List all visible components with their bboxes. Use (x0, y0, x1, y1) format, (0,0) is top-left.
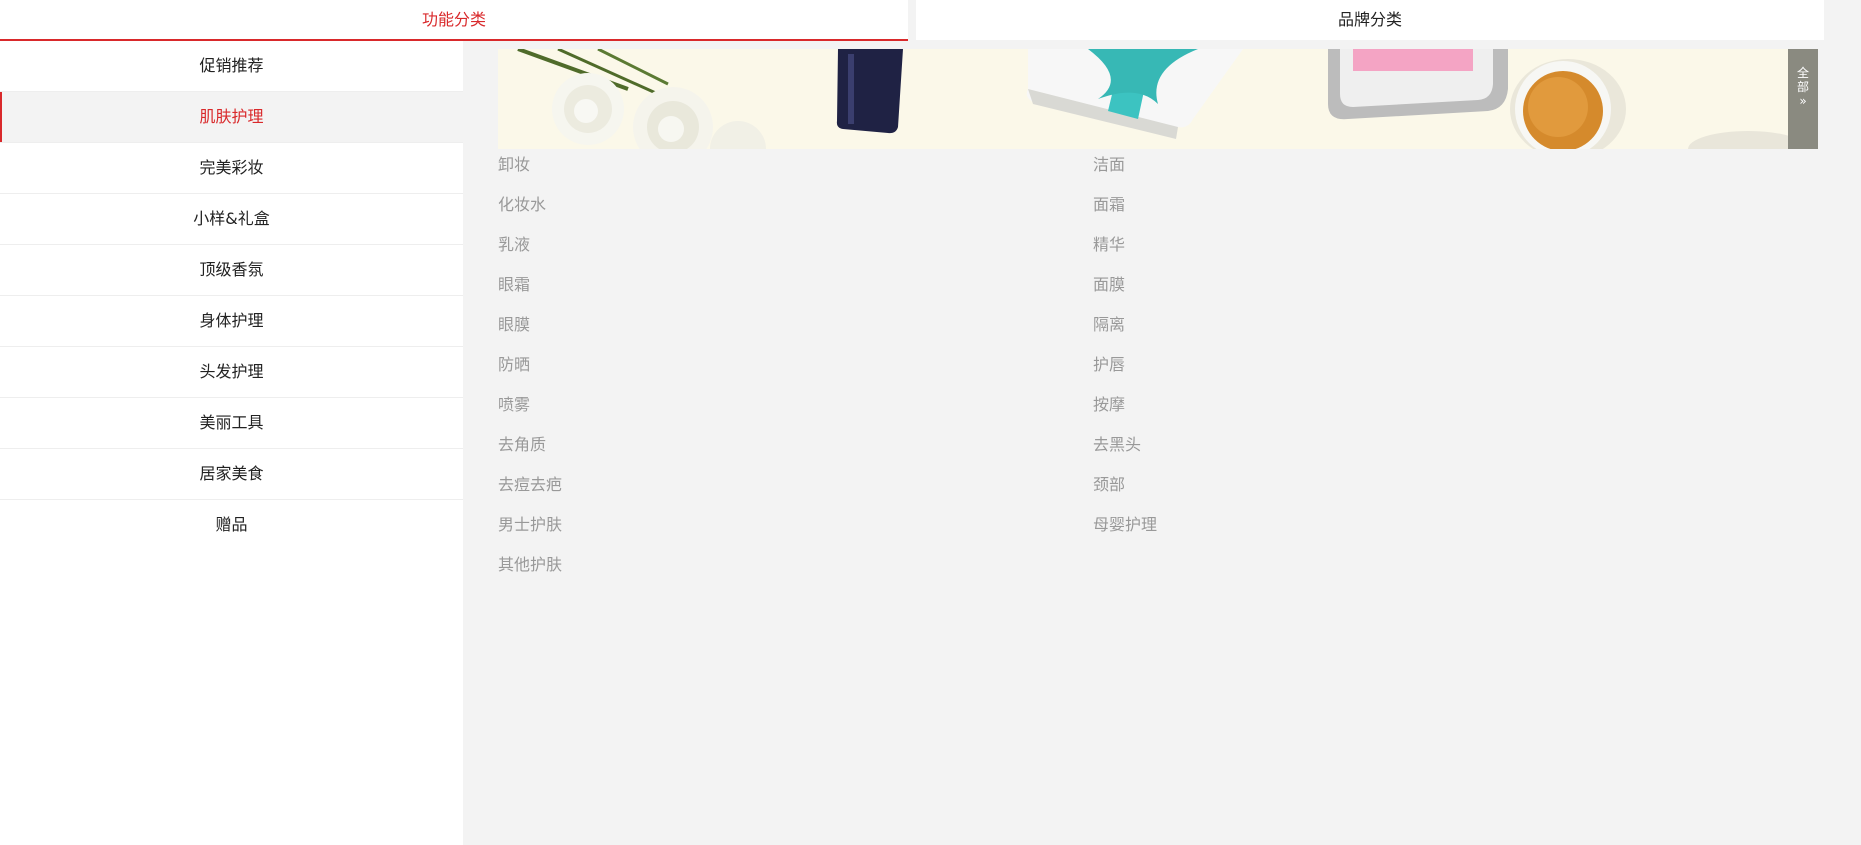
subcategory-link[interactable]: 面膜 (1093, 271, 1125, 295)
view-all-label-1: 全 (1796, 66, 1809, 80)
subcategory-link[interactable]: 颈部 (1093, 471, 1125, 495)
subcategory-link[interactable]: 卸妆 (498, 151, 530, 175)
sidebar-item-home-food[interactable]: 居家美食 (0, 449, 463, 500)
sidebar-item-fragrance[interactable]: 顶级香氛 (0, 245, 463, 296)
subcategory-link[interactable]: 去痘去疤 (498, 471, 562, 495)
subcategory-link[interactable]: 喷雾 (498, 391, 530, 415)
sidebar-item-bodycare[interactable]: 身体护理 (0, 296, 463, 347)
double-chevron-right-icon: » (1799, 94, 1807, 108)
sidebar-item-makeup[interactable]: 完美彩妆 (0, 143, 463, 194)
tab-function-category[interactable]: 功能分类 (0, 0, 908, 41)
category-sidebar: 促销推荐 肌肤护理 完美彩妆 小样&礼盒 顶级香氛 身体护理 头发护理 美丽工具… (0, 41, 463, 845)
category-content: 全 部 » 卸妆 化妆水 乳液 眼霜 眼膜 防晒 喷雾 去角质 去痘去疤 男士护… (463, 41, 1861, 845)
view-all-button[interactable]: 全 部 » (1788, 49, 1818, 149)
view-all-label-2: 部 (1796, 80, 1809, 94)
subcategory-link[interactable]: 护唇 (1093, 351, 1125, 375)
subcategory-link[interactable]: 洁面 (1093, 151, 1125, 175)
tab-brand-category[interactable]: 品牌分类 (916, 0, 1824, 40)
subcategory-link[interactable]: 男士护肤 (498, 511, 562, 535)
subcategory-link[interactable]: 精华 (1093, 231, 1125, 255)
subcategory-link[interactable]: 眼霜 (498, 271, 530, 295)
subcategory-link[interactable]: 化妆水 (498, 191, 546, 215)
subcategory-link[interactable]: 去黑头 (1093, 431, 1141, 455)
subcategory-link[interactable]: 隔离 (1093, 311, 1125, 335)
sidebar-item-promotions[interactable]: 促销推荐 (0, 41, 463, 92)
page-scrollbar[interactable] (1850, 0, 1861, 845)
sidebar-item-beauty-tools[interactable]: 美丽工具 (0, 398, 463, 449)
subcategory-link[interactable]: 防晒 (498, 351, 530, 375)
subcategory-link[interactable]: 按摩 (1093, 391, 1125, 415)
subcategory-link[interactable]: 眼膜 (498, 311, 530, 335)
sidebar-item-gifts[interactable]: 赠品 (0, 500, 463, 550)
subcategory-link[interactable]: 面霜 (1093, 191, 1125, 215)
category-banner[interactable] (498, 49, 1788, 149)
subcategory-link[interactable]: 乳液 (498, 231, 530, 255)
sidebar-item-haircare[interactable]: 头发护理 (0, 347, 463, 398)
subcategory-link[interactable]: 其他护肤 (498, 551, 562, 575)
banner-image (498, 49, 1788, 149)
sidebar-item-skincare[interactable]: 肌肤护理 (0, 92, 463, 143)
subcategory-link[interactable]: 母婴护理 (1093, 511, 1157, 535)
sidebar-item-samples-giftbox[interactable]: 小样&礼盒 (0, 194, 463, 245)
subcategory-link[interactable]: 去角质 (498, 431, 546, 455)
category-tabs: 功能分类 品牌分类 (0, 0, 1824, 41)
